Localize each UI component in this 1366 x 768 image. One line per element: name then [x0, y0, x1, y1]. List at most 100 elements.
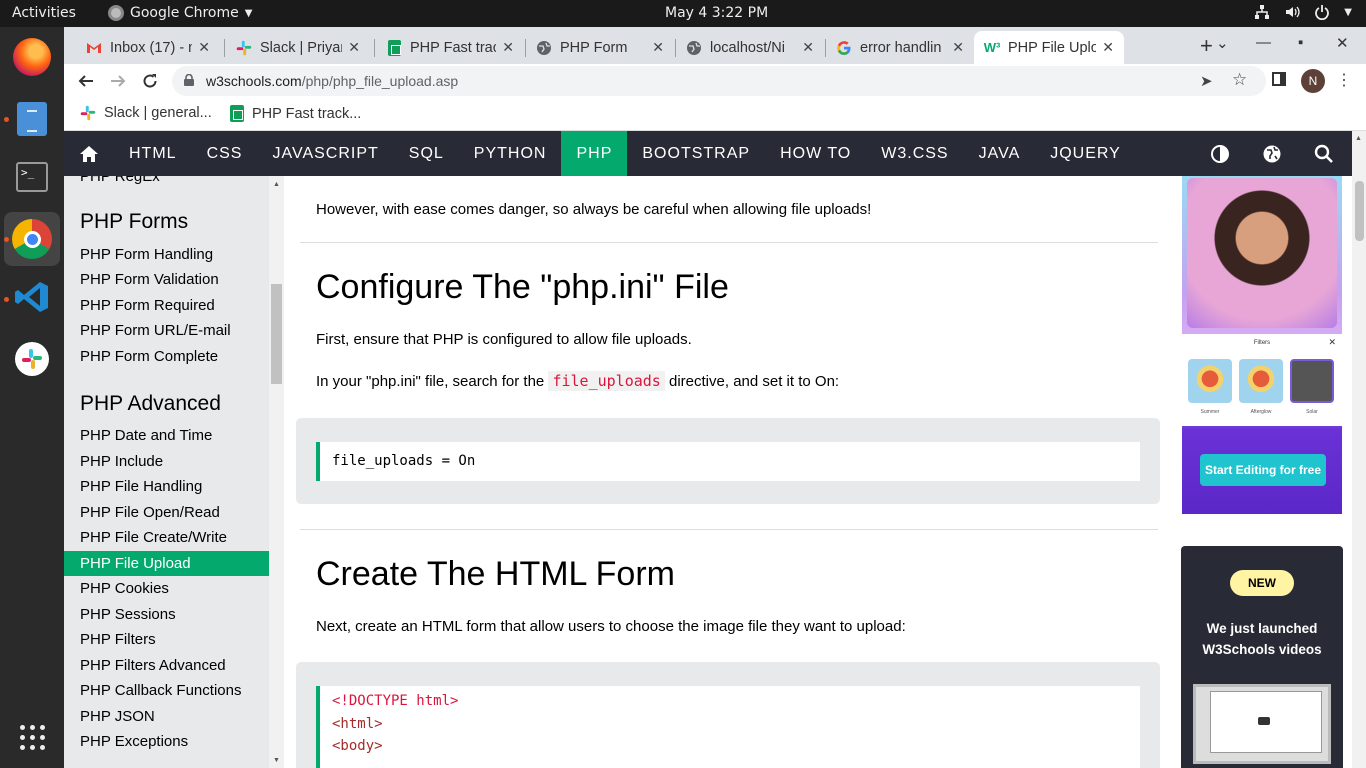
- tab-localhost[interactable]: localhost/Ni ✕: [676, 31, 824, 64]
- nav-bootstrap[interactable]: BOOTSTRAP: [627, 131, 765, 176]
- sidebar-item-filters-advanced[interactable]: PHP Filters Advanced: [64, 653, 269, 678]
- sidebar-item-file-upload[interactable]: PHP File Upload: [64, 551, 269, 576]
- show-applications-button[interactable]: [10, 715, 54, 759]
- sidebar-scroll-thumb[interactable]: [271, 284, 282, 384]
- scroll-up-arrow-icon[interactable]: ▲: [1355, 135, 1362, 142]
- chrome-launcher[interactable]: [4, 212, 60, 266]
- dark-mode-toggle[interactable]: [1208, 142, 1232, 166]
- scroll-down-arrow-icon[interactable]: ▼: [273, 757, 280, 764]
- nav-java[interactable]: JAVA: [964, 131, 1036, 176]
- nav-how-to[interactable]: HOW TO: [765, 131, 866, 176]
- system-tray[interactable]: ▼: [1254, 4, 1352, 20]
- sidebar-item-form-url-email[interactable]: PHP Form URL/E-mail: [64, 318, 269, 343]
- sidebar-item-form-handling[interactable]: PHP Form Handling: [64, 242, 269, 267]
- globe-icon: [536, 40, 552, 56]
- activities-button[interactable]: Activities: [12, 5, 76, 21]
- terminal-launcher[interactable]: >_: [10, 155, 54, 199]
- tab-slack[interactable]: Slack | Priyan ✕: [226, 31, 370, 64]
- tab-inbox[interactable]: Inbox (17) - n ✕: [76, 31, 220, 64]
- sidebar-item-php-regex[interactable]: PHP RegEx: [64, 176, 269, 189]
- close-tab-icon[interactable]: ✕: [652, 39, 664, 56]
- app-menu[interactable]: Google Chrome ▼: [108, 5, 252, 21]
- sidebar-item-file-create-write[interactable]: PHP File Create/Write: [64, 525, 269, 550]
- close-tab-icon[interactable]: ✕: [1102, 39, 1114, 56]
- code-example-html-form: <!DOCTYPE html> <html> <body>: [296, 662, 1160, 768]
- scroll-up-arrow-icon[interactable]: ▲: [273, 181, 280, 188]
- tab-title: PHP Form: [560, 39, 628, 56]
- nav-javascript[interactable]: JAVASCRIPT: [257, 131, 393, 176]
- paragraph-php-ini-search: In your "php.ini" file, search for the f…: [316, 371, 839, 391]
- search-button[interactable]: [1312, 142, 1336, 166]
- sidebar-item-sessions[interactable]: PHP Sessions: [64, 602, 269, 627]
- forward-button[interactable]: [106, 69, 130, 93]
- sidebar-scrollbar[interactable]: ▲ ▼: [269, 176, 284, 768]
- home-button[interactable]: [64, 131, 114, 176]
- sidebar-item-json[interactable]: PHP JSON: [64, 704, 269, 729]
- more-menu-icon[interactable]: ⋮: [1336, 70, 1352, 90]
- profile-avatar[interactable]: N: [1301, 69, 1325, 93]
- nav-jquery[interactable]: JQUERY: [1035, 131, 1136, 176]
- nav-html[interactable]: HTML: [114, 131, 192, 176]
- tab-search-button[interactable]: ⌄: [1216, 34, 1229, 52]
- nav-sql[interactable]: SQL: [394, 131, 459, 176]
- close-tab-icon[interactable]: ✕: [802, 39, 814, 56]
- tab-php-file-upload[interactable]: W³ PHP File Uplo ✕: [974, 31, 1124, 64]
- clock[interactable]: May 4 3:22 PM: [665, 5, 768, 21]
- firefox-launcher[interactable]: [10, 35, 54, 79]
- sidebar-item-cookies[interactable]: PHP Cookies: [64, 576, 269, 601]
- sidebar-item-date-time[interactable]: PHP Date and Time: [64, 423, 269, 448]
- lock-icon: [184, 74, 194, 86]
- bookmark-slack[interactable]: Slack | general...: [80, 105, 212, 121]
- sidebar-item-filters[interactable]: PHP Filters: [64, 627, 269, 652]
- sidebar-item-form-complete[interactable]: PHP Form Complete: [64, 344, 269, 369]
- terminal-icon: >_: [16, 162, 48, 192]
- sidebar-item-include[interactable]: PHP Include: [64, 449, 269, 474]
- bookmark-star-icon[interactable]: ☆: [1232, 70, 1247, 90]
- arrow-right-icon: [111, 75, 126, 87]
- files-launcher[interactable]: [10, 97, 54, 141]
- sidebar-item-form-validation[interactable]: PHP Form Validation: [64, 267, 269, 292]
- page-scroll-thumb[interactable]: [1355, 181, 1364, 241]
- address-bar[interactable]: w3schools.com/php/php_file_upload.asp ➤ …: [172, 66, 1266, 96]
- ad-video-thumbnail: [1193, 684, 1331, 764]
- bookmark-php-fast-track[interactable]: PHP Fast track...: [230, 105, 361, 122]
- sidebar-item-file-open-read[interactable]: PHP File Open/Read: [64, 500, 269, 525]
- close-tab-icon[interactable]: ✕: [502, 39, 514, 56]
- sidebar-item-exceptions[interactable]: PHP Exceptions: [64, 729, 269, 754]
- search-icon: [1314, 144, 1333, 163]
- photo-editor-ad[interactable]: Filters ✕ Summer Afterglow Solar Start E…: [1182, 176, 1342, 514]
- close-tab-icon[interactable]: ✕: [348, 39, 360, 56]
- new-tab-button[interactable]: +: [1200, 33, 1213, 59]
- nav-w3css[interactable]: W3.CSS: [866, 131, 963, 176]
- ad-filter-thumb: [1239, 359, 1283, 403]
- minimize-button[interactable]: —: [1256, 34, 1271, 51]
- maximize-button[interactable]: ▪: [1298, 34, 1303, 51]
- back-button[interactable]: [74, 69, 98, 93]
- slack-launcher[interactable]: [10, 337, 54, 381]
- globe-icon: [1263, 145, 1281, 163]
- inline-code-file-uploads: file_uploads: [548, 371, 665, 391]
- nav-python[interactable]: PYTHON: [459, 131, 562, 176]
- vscode-launcher[interactable]: [10, 275, 54, 319]
- nav-php[interactable]: PHP: [561, 131, 628, 176]
- close-tab-icon[interactable]: ✕: [198, 39, 210, 56]
- sidebar-item-file-handling[interactable]: PHP File Handling: [64, 474, 269, 499]
- gmail-icon: [86, 40, 102, 56]
- close-window-button[interactable]: ✕: [1336, 34, 1349, 52]
- sidebar-item-callback-functions[interactable]: PHP Callback Functions: [64, 678, 269, 703]
- tab-error-handling[interactable]: error handlin ✕: [826, 31, 974, 64]
- close-tab-icon[interactable]: ✕: [952, 39, 964, 56]
- ad-cta-button[interactable]: Start Editing for free: [1200, 454, 1326, 486]
- page-scrollbar[interactable]: ▲: [1352, 131, 1366, 768]
- side-panel-icon[interactable]: [1272, 72, 1286, 90]
- w3schools-videos-ad[interactable]: NEW We just launched W3Schools videos: [1181, 546, 1343, 768]
- reload-button[interactable]: [138, 69, 162, 93]
- nav-css[interactable]: CSS: [192, 131, 258, 176]
- tab-php-form[interactable]: PHP Form ✕: [526, 31, 674, 64]
- home-icon: [80, 145, 98, 162]
- tab-php-fast-track[interactable]: PHP Fast trac ✕: [376, 31, 524, 64]
- sidebar-item-form-required[interactable]: PHP Form Required: [64, 293, 269, 318]
- send-icon[interactable]: ➤: [1200, 72, 1213, 90]
- translate-button[interactable]: [1260, 142, 1284, 166]
- divider: [300, 529, 1158, 530]
